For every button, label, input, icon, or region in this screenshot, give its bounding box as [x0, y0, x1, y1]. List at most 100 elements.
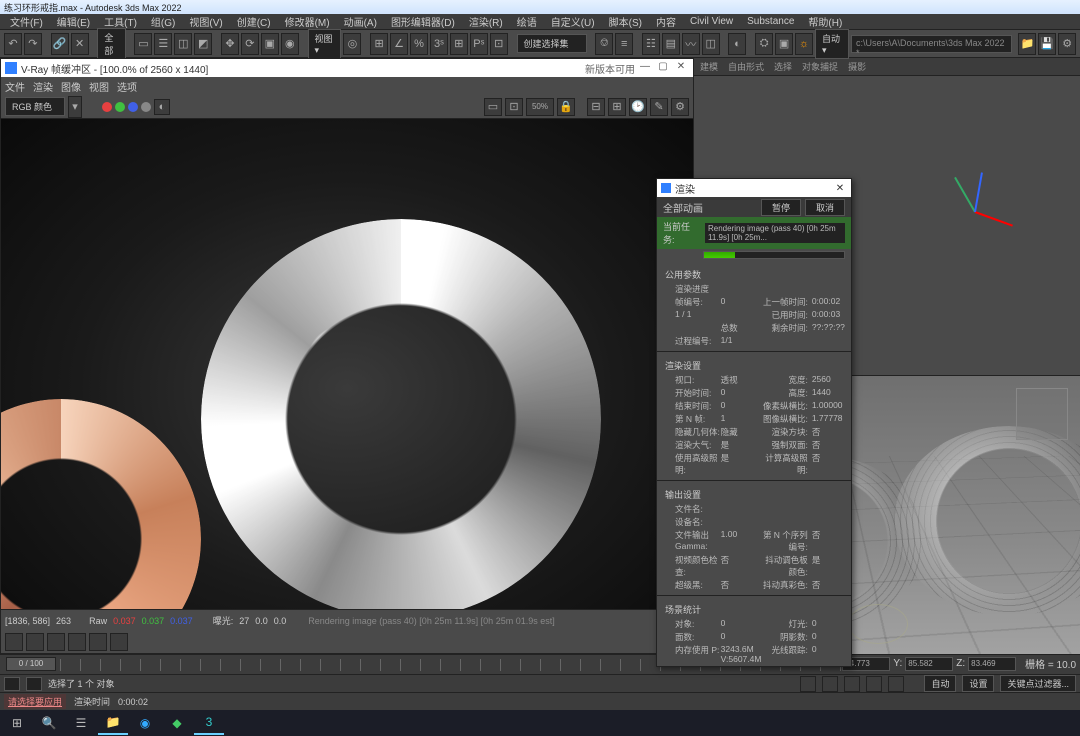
menu-civil-view[interactable]: Civil View	[684, 15, 739, 28]
vfb-render-view[interactable]	[1, 119, 693, 609]
menu-group[interactable]: 组(G)	[145, 13, 181, 30]
named-selection[interactable]: 创建选择集	[517, 34, 587, 53]
align-button[interactable]: ≡	[615, 33, 633, 55]
timeline[interactable]: 0 / 100 X: Y: Z: 栅格 = 10.0	[0, 654, 1080, 674]
viewcube[interactable]	[1016, 388, 1068, 440]
rotate-button[interactable]: ⟳	[241, 33, 259, 55]
vfb-b-button[interactable]: ⊞	[608, 98, 626, 116]
prompt-link[interactable]: 请选择要应用	[4, 694, 66, 709]
snap-toggle-4[interactable]: ⊡	[490, 33, 508, 55]
render-progress-dialog[interactable]: 渲染 ✕ 全部动画 暂停 取消 当前任务: Rendering image (p…	[656, 178, 852, 667]
vfb-alpha-channel[interactable]	[141, 102, 151, 112]
gizmo-z-axis[interactable]	[974, 172, 983, 212]
edge-taskbar[interactable]: ◉	[130, 711, 160, 735]
vfb-blue-channel[interactable]	[128, 102, 138, 112]
vfb-lock-button[interactable]: 🔒	[557, 98, 575, 116]
gizmo-y-axis[interactable]	[954, 177, 976, 213]
window-crossing-button[interactable]: ◩	[194, 33, 212, 55]
angle-snap[interactable]: ∠	[390, 33, 408, 55]
schematic-button[interactable]: ◫	[702, 33, 720, 55]
settings-button[interactable]: ⚙	[1058, 33, 1076, 55]
tab-freeform[interactable]: 自由形式	[728, 60, 764, 73]
autokey-button[interactable]: 自动	[924, 675, 956, 692]
menu-help[interactable]: 帮助(H)	[802, 13, 848, 30]
place-button[interactable]: ◉	[281, 33, 299, 55]
vfb-bc-2[interactable]	[26, 633, 44, 651]
green-app-taskbar[interactable]: ◆	[162, 711, 192, 735]
select-button[interactable]: ▭	[134, 33, 152, 55]
link-button[interactable]: 🔗	[51, 33, 69, 55]
vfb-green-channel[interactable]	[115, 102, 125, 112]
vfb-menu-image[interactable]: 图像	[61, 79, 81, 94]
vfb-menu-options[interactable]: 选项	[117, 79, 137, 94]
coord-y-input[interactable]	[905, 657, 953, 671]
next-frame-button[interactable]	[866, 676, 882, 692]
save-button[interactable]: 💾	[1038, 33, 1056, 55]
prev-frame-button[interactable]	[822, 676, 838, 692]
search-button[interactable]: 🔍	[34, 711, 64, 735]
maxscript-button[interactable]	[4, 677, 20, 691]
3dsmax-taskbar[interactable]: 3	[194, 711, 224, 735]
vfb-close-button[interactable]: ✕	[673, 61, 689, 75]
vfb-history-button[interactable]: 🕑	[629, 98, 647, 116]
vfb-res-button[interactable]: 50%	[526, 98, 554, 116]
move-button[interactable]: ✥	[221, 33, 239, 55]
tab-camera[interactable]: 摄影	[848, 60, 866, 73]
menu-file[interactable]: 文件(F)	[4, 13, 49, 30]
menu-huiyu[interactable]: 绘语	[511, 13, 543, 30]
snap-toggle-3[interactable]: Pˢ	[470, 33, 488, 55]
menu-create[interactable]: 创建(C)	[231, 13, 277, 30]
vfb-cc-button[interactable]: ✎	[650, 98, 668, 116]
region-select-button[interactable]: ◫	[174, 33, 192, 55]
material-editor-button[interactable]: ◐	[728, 33, 746, 55]
menu-substance[interactable]: Substance	[741, 15, 800, 28]
vfb-channel-dropdown[interactable]: RGB 颜色	[5, 97, 65, 116]
menu-content[interactable]: 内容	[650, 13, 682, 30]
layer-button[interactable]: ☷	[642, 33, 660, 55]
vfb-bc-3[interactable]	[47, 633, 65, 651]
pivot-button[interactable]: ◎	[343, 33, 361, 55]
menu-customize[interactable]: 自定义(U)	[545, 13, 601, 30]
vfb-dropdown-arrow[interactable]: ▾	[68, 96, 82, 118]
vfb-a-button[interactable]: ⊟	[587, 98, 605, 116]
project-path[interactable]: c:\Users\A\Documents\3ds Max 2022 *	[851, 35, 1012, 53]
taskview-button[interactable]: ☰	[66, 711, 96, 735]
gizmo-x-axis[interactable]	[975, 211, 1013, 227]
menu-script[interactable]: 脚本(S)	[603, 13, 648, 30]
start-button[interactable]: ⊞	[2, 711, 32, 735]
explorer-taskbar[interactable]: 📁	[98, 711, 128, 735]
render-preset[interactable]: 自动 ▾	[815, 29, 849, 59]
percent-snap[interactable]: %	[410, 33, 428, 55]
snap-toggle-2[interactable]: ⊞	[450, 33, 468, 55]
render-button[interactable]: ☼	[795, 33, 813, 55]
vfb-menu-file[interactable]: 文件	[5, 79, 25, 94]
vfb-region-button[interactable]: ▭	[484, 98, 502, 116]
keyfilter-button[interactable]: 关键点过滤器...	[1000, 675, 1076, 692]
menu-graph-editors[interactable]: 图形编辑器(D)	[385, 13, 461, 30]
play-button[interactable]	[844, 676, 860, 692]
vfb-bc-6[interactable]	[110, 633, 128, 651]
vfb-bc-1[interactable]	[5, 633, 23, 651]
goto-end-button[interactable]	[888, 676, 904, 692]
scene-explorer-button[interactable]: ▤	[662, 33, 680, 55]
curve-editor-button[interactable]: 〰	[682, 33, 700, 55]
tab-selection[interactable]: 选择	[774, 60, 792, 73]
vfb-minimize-button[interactable]: —	[637, 61, 653, 75]
ref-coord-dropdown[interactable]: 视图 ▾	[308, 29, 342, 59]
scale-button[interactable]: ▣	[261, 33, 279, 55]
select-name-button[interactable]: ☰	[154, 33, 172, 55]
open-project-button[interactable]: 📁	[1018, 33, 1036, 55]
vfb-menu-render[interactable]: 渲染	[33, 79, 53, 94]
vfb-settings-button[interactable]: ⚙	[671, 98, 689, 116]
setkey-button[interactable]: 设置	[962, 675, 994, 692]
vfb-bc-4[interactable]	[68, 633, 86, 651]
listener-button[interactable]	[26, 677, 42, 691]
tab-modeling[interactable]: 建模	[700, 60, 718, 73]
vfb-mono-button[interactable]: ◐	[154, 99, 170, 115]
undo-button[interactable]: ↶	[4, 33, 22, 55]
render-panel-close-button[interactable]: ✕	[833, 183, 847, 194]
time-slider[interactable]: 0 / 100	[6, 657, 56, 671]
steering-wheel[interactable]	[848, 604, 908, 644]
spinner-snap[interactable]: 3ˢ	[430, 33, 448, 55]
render-frame-button[interactable]: ▣	[775, 33, 793, 55]
